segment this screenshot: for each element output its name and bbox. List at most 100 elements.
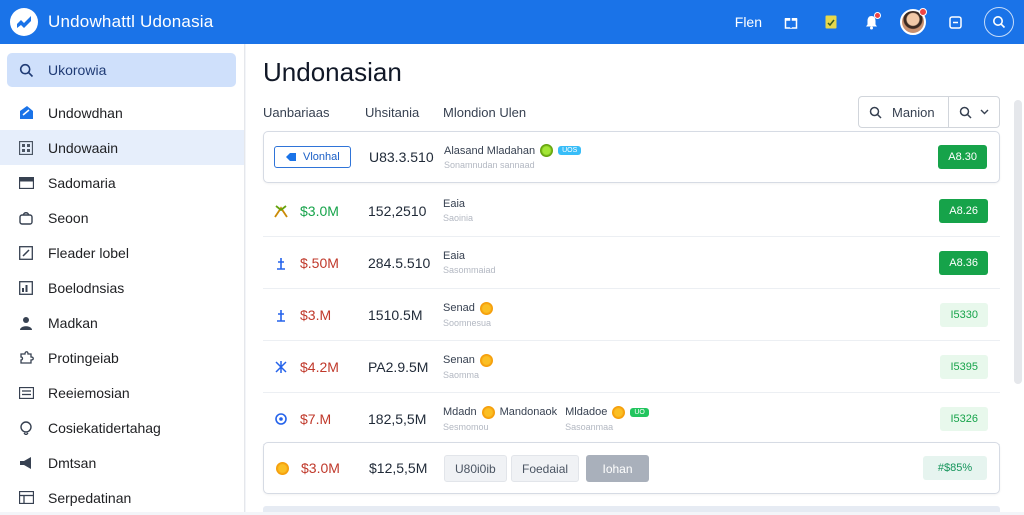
vertical-scrollbar[interactable] <box>1014 100 1022 384</box>
search-icon <box>993 16 1006 29</box>
status-badge[interactable]: I5326 <box>940 406 988 431</box>
table-row[interactable]: $3.M 1510.5M Senad Soomnesua I5330 <box>263 289 1000 341</box>
table-row[interactable]: $3.0M $12,5,5M U80i0ib Foedaial Iohan #$… <box>263 442 1000 494</box>
search-filter-icon <box>959 106 972 119</box>
split-icon <box>273 359 289 375</box>
row-title: Senan <box>443 354 475 366</box>
table-icon <box>18 490 34 506</box>
row-value: $3.0M <box>301 460 340 476</box>
status-badge[interactable]: I5395 <box>940 354 988 379</box>
document-icon[interactable] <box>820 11 842 33</box>
coin-icon <box>479 353 493 367</box>
sidebar-item-12[interactable]: Serpedatinan <box>0 480 244 515</box>
grid-icon <box>18 140 34 156</box>
list-icon <box>18 385 34 401</box>
table-row[interactable]: $4.2M PA2.9.5M Senan Saomma I5395 <box>263 341 1000 393</box>
row-number: 284.5.510 <box>368 254 431 271</box>
sidebar-item-5[interactable]: Fleader lobel <box>0 235 244 270</box>
user-icon <box>18 315 34 331</box>
megaphone-icon <box>18 455 34 471</box>
row-action-button-3[interactable]: Iohan <box>586 455 649 482</box>
window-icon[interactable] <box>944 11 966 33</box>
status-badge[interactable]: A8.36 <box>939 250 988 275</box>
gift-icon[interactable] <box>780 11 802 33</box>
sidebar-item-9[interactable]: Reeiemosian <box>0 375 244 410</box>
sidebar-item-label: Protingeiab <box>48 349 119 366</box>
table-row[interactable]: $.50M 284.5.510 Eaia Sasommaiad A8.36 <box>263 237 1000 289</box>
row-value: $3.0M <box>300 202 339 219</box>
sidebar-item-label: Madkan <box>48 314 98 331</box>
notification-badge <box>874 12 881 19</box>
user-avatar[interactable] <box>900 8 927 35</box>
status-badge[interactable]: A8.26 <box>939 198 988 223</box>
sidebar-item-label: Boelodnsias <box>48 279 125 296</box>
inbox-icon <box>18 175 34 191</box>
row-action-button-1[interactable]: U80i0ib <box>444 455 507 482</box>
target-icon <box>273 411 289 427</box>
row-action-button-2[interactable]: Foedaial <box>511 455 580 482</box>
search-icon <box>869 106 882 119</box>
column-header-1[interactable]: Uanbariaas <box>263 105 330 120</box>
table-search[interactable]: Manion <box>858 96 1000 128</box>
column-header-3[interactable]: Mlondion Ulen <box>443 105 526 120</box>
sidebar-item-6[interactable]: Boelodnsias <box>0 270 244 305</box>
row-number: U83.3.510 <box>369 149 434 165</box>
row-title: Eaia <box>443 198 466 210</box>
row-title-tertiary: Mldadoe <box>565 406 608 418</box>
tag-icon <box>18 420 34 436</box>
row-subtitle: Soomnesua <box>443 317 492 328</box>
row-description: Alasand Mladahan UOS Sonamnudan sannaad <box>444 144 582 170</box>
row-subtitle: Sasoanmaa <box>565 421 614 432</box>
sidebar-search-label: Ukorowia <box>48 62 107 78</box>
row-number: 152,2510 <box>368 202 427 219</box>
sidebar-item-label: Undowdhan <box>48 104 123 121</box>
sidebar-item-4[interactable]: Seoon <box>0 200 244 235</box>
sidebar-item-2[interactable]: Undowaain <box>0 130 244 165</box>
sidebar-item-label: Dmtsan <box>48 454 97 471</box>
app-logo-icon[interactable] <box>10 8 38 36</box>
sidebar-search[interactable]: Ukorowia <box>7 53 236 87</box>
sidebar-item-label: Seoon <box>48 209 89 226</box>
sidebar-item-1[interactable]: Undowdhan <box>0 95 244 130</box>
notification-bell-icon[interactable] <box>860 11 882 33</box>
row-subtitle: Sonamnudan sannaad <box>444 160 535 170</box>
top-nav-link[interactable]: Flen <box>735 14 762 30</box>
table-row[interactable]: $7.M 182,5,5M Mdadn Mandonaok Sesmomou Ml… <box>263 393 1000 445</box>
sidebar-item-11[interactable]: Dmtsan <box>0 445 244 480</box>
table-row[interactable]: Vlonhal U83.3.510 Alasand Mladahan UOS So… <box>263 131 1000 183</box>
edit-icon <box>18 245 34 261</box>
sidebar-item-10[interactable]: Cosiekatidertahag <box>0 410 244 445</box>
table-row[interactable]: $3.0M 152,2510 Eaia Saoinia A8.26 <box>263 185 1000 237</box>
sidebar-item-3[interactable]: Sadomaria <box>0 165 244 200</box>
global-search-button[interactable] <box>984 7 1014 37</box>
coin-icon <box>612 405 626 419</box>
status-badge[interactable]: #$85% <box>923 456 987 480</box>
row-title: Eaia <box>443 250 466 262</box>
row-subtitle: Saoinia <box>443 213 474 223</box>
sidebar-item-7[interactable]: Madkan <box>0 305 244 340</box>
app-title: Undowhattl Udonasia <box>48 12 214 31</box>
row-subtitle: Sesmomou <box>443 421 489 432</box>
sidebar-item-label: Sadomaria <box>48 174 116 191</box>
row-subtitle: Sasommaiad <box>443 265 496 275</box>
puzzle-icon <box>18 350 34 366</box>
column-header-2[interactable]: Uhsitania <box>365 105 419 120</box>
coin-icon <box>481 405 495 419</box>
row-title-secondary: Mandonaok <box>499 406 558 418</box>
row-description: Senad Soomnesua <box>443 301 493 328</box>
row-badge: UOS <box>558 146 582 155</box>
main-content: Undonasian Uanbariaas Uhsitania Mlondion… <box>246 44 1024 512</box>
sidebar-item-label: Undowaain <box>48 139 119 156</box>
row-value: $7.M <box>300 410 332 427</box>
row-chip-button[interactable]: Vlonhal <box>274 146 351 168</box>
sidebar-item-8[interactable]: Protingeiab <box>0 340 244 375</box>
filter-dropdown[interactable] <box>949 97 999 127</box>
status-badge[interactable]: A8.30 <box>938 145 987 169</box>
status-badge[interactable]: I5330 <box>940 302 988 327</box>
transfer-icon <box>273 307 289 323</box>
top-app-bar: Undowhattl Udonasia Flen <box>0 0 1024 44</box>
coin-icon <box>479 301 493 315</box>
sidebar: Ukorowia Undowdhan Undowaain Sadomaria S… <box>0 44 245 512</box>
home-icon <box>18 105 34 121</box>
page-title: Undonasian <box>263 57 402 87</box>
